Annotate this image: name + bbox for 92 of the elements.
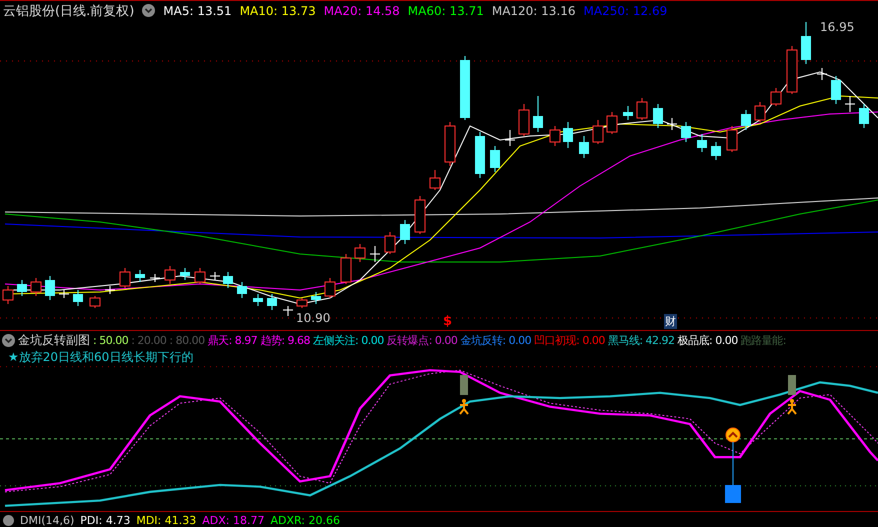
indicator-value: 金坑反转: 0.00 — [460, 332, 532, 348]
stock-title: 云铝股份(日线.前复权) — [3, 2, 134, 20]
moving-average-value: MA10: 13.73 — [240, 4, 316, 18]
candlestick — [653, 104, 663, 128]
event-marker[interactable]: $ — [443, 314, 452, 329]
candlestick — [2, 286, 14, 304]
candlestick — [579, 136, 589, 158]
indicator-title: 金坑反转副图 — [18, 332, 90, 348]
candlestick — [490, 146, 500, 172]
indicator-value: : 20.00 — [131, 334, 166, 346]
indicator-value: 极品底: 0.00 — [678, 332, 738, 348]
indicator-value: : 50.00 — [93, 334, 128, 346]
indicator-value: 反转爆点: 0.00 — [386, 332, 458, 348]
candlestick — [563, 122, 573, 148]
candlestick — [518, 104, 530, 136]
candlestick — [414, 196, 426, 234]
candlestick — [681, 122, 691, 142]
candlestick — [816, 68, 828, 80]
indicator-value: : 80.00 — [169, 334, 205, 346]
candlestick — [296, 298, 308, 308]
indicator-value: 趋势: 9.68 — [260, 332, 310, 348]
candlestick — [430, 170, 440, 190]
candlestick — [475, 132, 485, 178]
dmi-value: ADX: 18.77 — [202, 514, 264, 526]
candlestick — [726, 126, 738, 152]
dmi-value: PDI: 4.73 — [80, 514, 130, 526]
candlestick — [666, 118, 678, 130]
candlestick — [859, 104, 869, 128]
candlestick — [786, 46, 798, 94]
candlestick — [831, 76, 841, 104]
candlestick — [253, 294, 263, 306]
candlestick — [384, 232, 396, 254]
moving-average-value: MA120: 13.16 — [492, 4, 576, 18]
candlestick — [697, 134, 707, 152]
moving-average-value: MA20: 14.58 — [324, 4, 400, 18]
candlestick — [550, 126, 560, 146]
candlestick — [340, 254, 352, 284]
candlestick — [370, 246, 380, 262]
indicator-value: 黑马线: 42.92 — [608, 332, 675, 348]
candlestick — [311, 292, 321, 304]
candlestick — [223, 272, 233, 288]
candlestick — [45, 276, 55, 300]
candlestick — [741, 110, 751, 130]
candlestick — [324, 278, 336, 298]
candlestick — [623, 106, 633, 120]
buy-signal-icon — [724, 427, 742, 503]
candlestick — [444, 122, 456, 166]
candlestick — [267, 294, 277, 310]
candlestick — [164, 266, 176, 284]
finance-marker[interactable]: 财 — [664, 314, 677, 329]
candlestick — [636, 98, 648, 120]
indicator-value: 跑路量能: — [740, 332, 786, 348]
moving-average-value: MA250: 12.69 — [584, 4, 668, 18]
candlestick — [180, 268, 190, 280]
candlestick — [58, 290, 70, 298]
candlestick — [104, 286, 116, 294]
candlestick — [237, 282, 247, 298]
candlestick — [135, 270, 145, 282]
candlestick — [90, 296, 100, 308]
candlestick — [354, 244, 366, 262]
candlestick — [606, 112, 618, 134]
candlestick — [150, 274, 160, 282]
candlestick — [754, 102, 766, 122]
candlestick — [844, 96, 856, 112]
dmi-value: DMI(14,6) — [20, 514, 74, 526]
candlestick — [400, 220, 410, 244]
candlestick — [801, 22, 811, 64]
candlestick — [533, 96, 543, 132]
candlestick — [592, 120, 604, 144]
indicator-value: 左侧关注: 0.00 — [313, 332, 384, 348]
high-price-label: 16.95 — [820, 20, 854, 34]
indicator-subtitle: ★放弃20日线和60日线长期下行的 — [7, 349, 194, 365]
candlestick — [30, 278, 42, 296]
indicator-value: 凹口初现: 0.00 — [534, 332, 605, 348]
signal-figure-icon — [458, 375, 470, 415]
candlestick — [73, 290, 83, 306]
candlestick — [504, 130, 516, 146]
moving-average-value: MA5: 13.51 — [163, 4, 232, 18]
candlestick — [770, 88, 782, 106]
candlestick — [120, 268, 130, 288]
moving-average-value: MA60: 13.71 — [408, 4, 484, 18]
candlestick — [194, 268, 206, 284]
candlestick — [460, 56, 470, 120]
dmi-value: ADXR: 20.66 — [270, 514, 340, 526]
dmi-value: MDI: 41.33 — [136, 514, 196, 526]
signal-figure-icon — [786, 375, 798, 415]
candlestick — [282, 306, 294, 316]
candlestick — [711, 142, 721, 160]
indicator-value: 鼎天: 8.97 — [208, 332, 258, 348]
candlestick — [210, 272, 220, 280]
candlestick — [17, 280, 27, 296]
low-price-label: 10.90 — [296, 311, 330, 325]
